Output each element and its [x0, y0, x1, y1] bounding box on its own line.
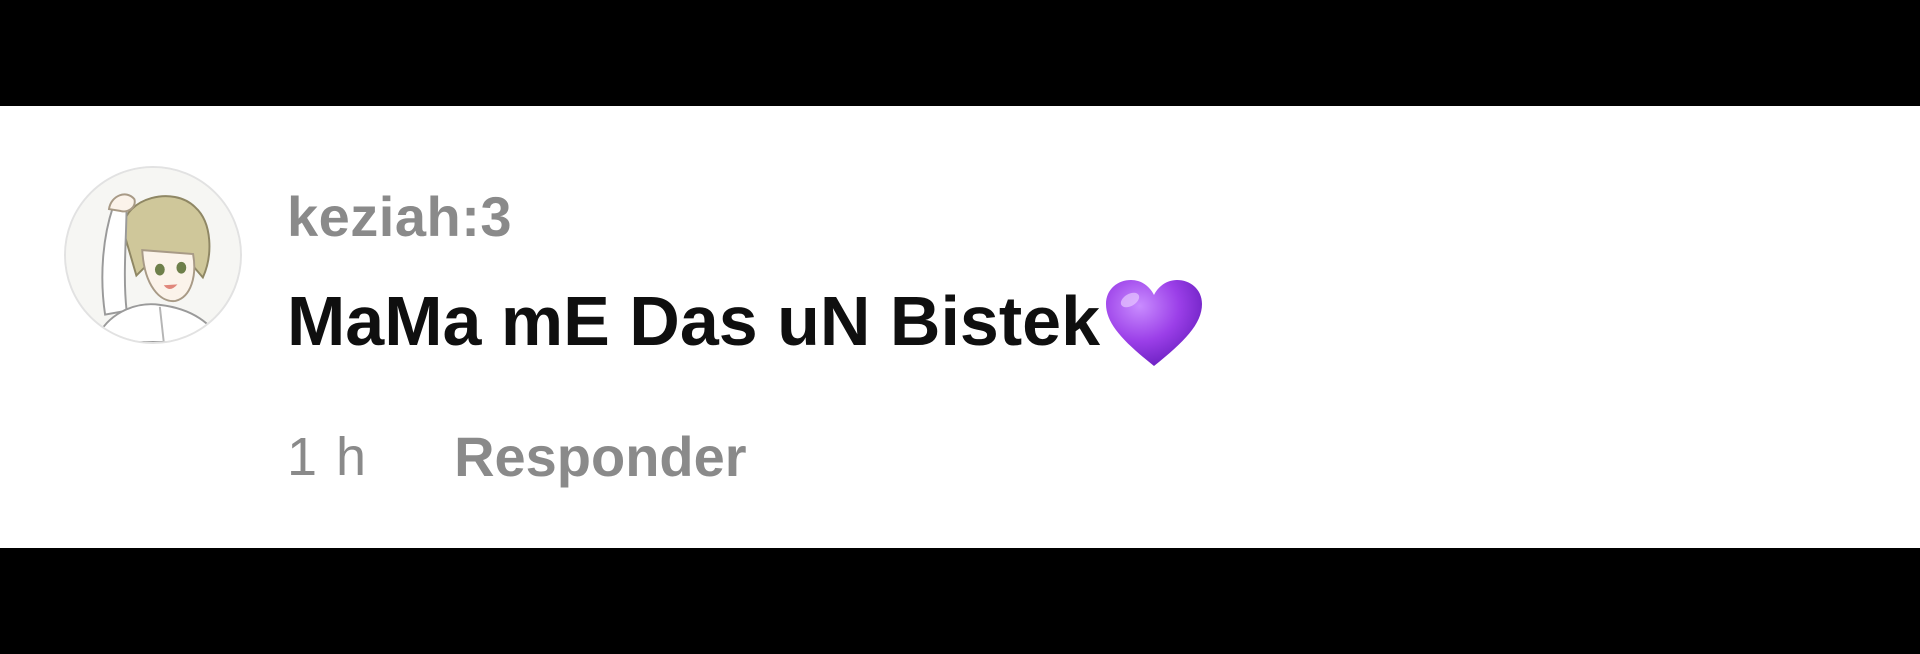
comment-text: MaMa mE Das uN Bistek — [287, 282, 1101, 360]
comment-username[interactable]: keziah:3 — [287, 184, 512, 249]
video-frame: keziah:3 MaMa mE Das uN Bistek 1 h Respo… — [0, 0, 1920, 654]
reply-button[interactable]: Responder — [454, 424, 747, 489]
comment-meta: 1 h Responder — [287, 424, 747, 489]
comment-card: keziah:3 MaMa mE Das uN Bistek 1 h Respo… — [0, 106, 1920, 548]
comment-body: MaMa mE Das uN Bistek — [287, 272, 1204, 370]
avatar[interactable] — [64, 166, 242, 344]
avatar-illustration-icon — [66, 168, 240, 342]
comment-timestamp: 1 h — [287, 426, 369, 487]
purple-heart-icon — [1104, 278, 1204, 370]
